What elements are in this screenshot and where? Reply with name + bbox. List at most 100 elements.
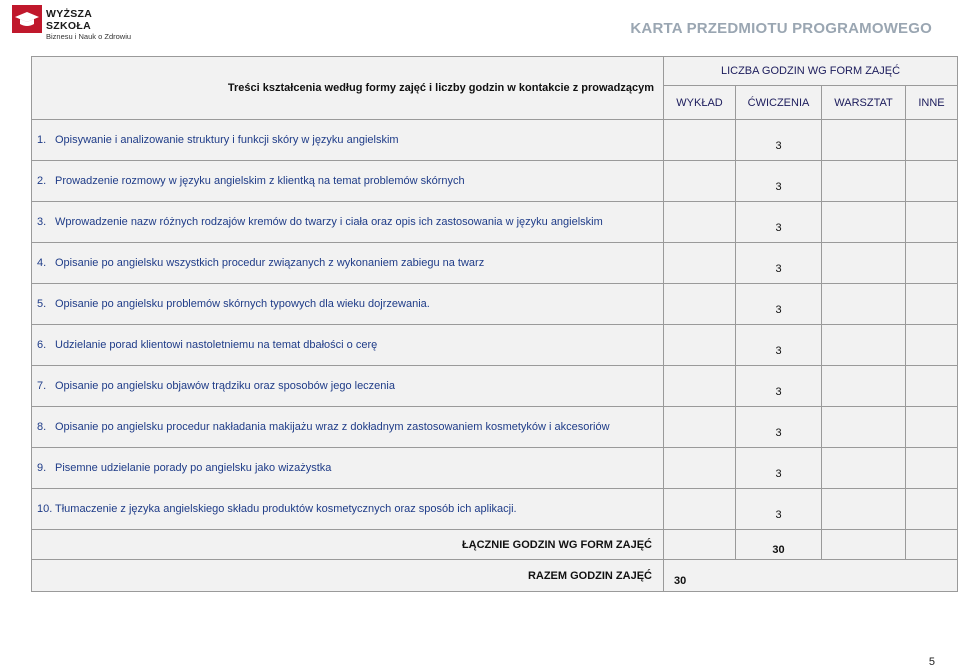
row-cell-cwiczenia: 3 (735, 406, 822, 448)
row-cell-cwiczenia: 3 (735, 283, 822, 325)
row-cell-inne (905, 283, 958, 325)
row-cell-inne (905, 201, 958, 243)
row-topic: 7. Opisanie po angielsku objawów trądziku… (31, 365, 664, 407)
row-number: 10. (37, 503, 53, 515)
table-row: 10. Tłumaczenie z języka angielskiego skł… (31, 488, 958, 530)
table-row: 5. Opisanie po angielsku problemów skórny… (31, 283, 958, 325)
row-cell-warsztat (821, 160, 906, 202)
row-number: 1. (37, 134, 47, 146)
row-topic: 5. Opisanie po angielsku problemów skórny… (31, 283, 664, 325)
row-cell-wyklad (663, 201, 736, 243)
row-cell-warsztat (821, 488, 906, 530)
row-cell-warsztat (821, 406, 906, 448)
row-cell-inne (905, 406, 958, 448)
document-header: KARTA PRZEDMIOTU PROGRAMOWEGO (630, 20, 932, 37)
table-row: 7. Opisanie po angielsku objawów trądziku… (31, 365, 958, 407)
row-cell-wyklad (663, 160, 736, 202)
row-cell-warsztat (821, 119, 906, 161)
row-topic: 8. Opisanie po angielsku procedur nakłada… (31, 406, 664, 448)
row-cell-wyklad (663, 283, 736, 325)
row-number: 3. (37, 216, 47, 228)
logo-name: WYŻSZA SZKOŁA (46, 8, 92, 32)
table-row: 6. Udzielanie porad klientowi nastoletnie… (31, 324, 958, 366)
table-row: 1. Opisywanie i analizowanie struktury i … (31, 119, 958, 161)
total-forms-cell-inne (905, 529, 958, 560)
row-text: Opisanie po angielsku procedur nakładani… (55, 421, 610, 433)
row-number: 8. (37, 421, 47, 433)
total-forms-cell-warsztat (821, 529, 906, 560)
row-cell-cwiczenia: 3 (735, 447, 822, 489)
row-text: Opisywanie i analizowanie struktury i fu… (55, 134, 399, 146)
total-forms-cell-wyklad (663, 529, 736, 560)
column-header-warsztat: WARSZTAT (821, 85, 906, 120)
row-cell-wyklad (663, 447, 736, 489)
row-cell-warsztat (821, 447, 906, 489)
row-number: 4. (37, 257, 47, 269)
column-header-inne: INNE (905, 85, 958, 120)
row-topic: 2. Prowadzenie rozmowy w języku angielski… (31, 160, 664, 202)
row-topic: 1. Opisywanie i analizowanie struktury i … (31, 119, 664, 161)
row-cell-warsztat (821, 365, 906, 407)
table-row: 4. Opisanie po angielsku wszystkich proce… (31, 242, 958, 284)
table-row: 8. Opisanie po angielsku procedur nakłada… (31, 406, 958, 448)
hours-header: LICZBA GODZIN WG FORM ZAJĘĆ (663, 56, 958, 86)
row-cell-wyklad (663, 119, 736, 161)
table-row: 2. Prowadzenie rozmowy w języku angielski… (31, 160, 958, 202)
row-cell-warsztat (821, 201, 906, 243)
row-cell-inne (905, 488, 958, 530)
row-cell-cwiczenia: 3 (735, 324, 822, 366)
row-number: 2. (37, 175, 47, 187)
row-text: Opisanie po angielsku wszystkich procedu… (55, 257, 485, 269)
table-row: 9. Pisemne udzielanie porady po angielsku… (31, 447, 958, 489)
graduation-cap-icon (12, 5, 42, 33)
row-topic: 10. Tłumaczenie z języka angielskiego skł… (31, 488, 664, 530)
row-number: 7. (37, 380, 47, 392)
row-cell-wyklad (663, 488, 736, 530)
row-topic: 9. Pisemne udzielanie porady po angielsku… (31, 447, 664, 489)
column-header-cwiczenia: ĆWICZENIA (735, 85, 822, 120)
row-number: 6. (37, 339, 47, 351)
row-text: Opisanie po angielsku objawów trądziku o… (55, 380, 395, 392)
total-forms-label: ŁĄCZNIE GODZIN WG FORM ZAJĘĆ (31, 529, 664, 560)
row-number: 9. (37, 462, 47, 474)
row-cell-cwiczenia: 3 (735, 201, 822, 243)
row-text: Prowadzenie rozmowy w języku angielskim … (55, 175, 465, 187)
row-cell-wyklad (663, 324, 736, 366)
row-cell-wyklad (663, 406, 736, 448)
row-cell-inne (905, 447, 958, 489)
row-text: Udzielanie porad klientowi nastoletniemu… (55, 339, 378, 351)
page-number: 5 (928, 656, 935, 668)
row-cell-warsztat (821, 324, 906, 366)
row-topic: 4. Opisanie po angielsku wszystkich proce… (31, 242, 664, 284)
total-forms-value: 30 (735, 529, 822, 560)
total-label: RAZEM GODZIN ZAJĘĆ (31, 559, 664, 592)
logo-subtitle: Biznesu i Nauk o Zdrowiu (46, 32, 132, 41)
row-cell-wyklad (663, 365, 736, 407)
table-title: Treści kształcenia według formy zajęć i … (31, 56, 664, 120)
course-content-table: Treści kształcenia według formy zajęć i … (31, 56, 958, 592)
row-text: Pisemne udzielanie porady po angielsku j… (55, 462, 332, 474)
university-logo: WYŻSZA SZKOŁA Biznesu i Nauk o Zdrowiu (12, 5, 136, 41)
row-text: Wprowadzenie nazw różnych rodzajów kremó… (55, 216, 603, 228)
total-value: 30 (663, 559, 958, 592)
column-header-wyklad: WYKŁAD (663, 85, 736, 120)
row-cell-inne (905, 119, 958, 161)
row-cell-cwiczenia: 3 (735, 242, 822, 284)
row-text: Opisanie po angielsku problemów skórnych… (55, 298, 430, 310)
row-cell-wyklad (663, 242, 736, 284)
row-cell-inne (905, 324, 958, 366)
row-text: Tłumaczenie z języka angielskiego składu… (55, 503, 517, 515)
row-cell-warsztat (821, 283, 906, 325)
row-cell-inne (905, 242, 958, 284)
row-cell-inne (905, 160, 958, 202)
row-cell-cwiczenia: 3 (735, 488, 822, 530)
row-cell-inne (905, 365, 958, 407)
row-topic: 3. Wprowadzenie nazw różnych rodzajów kre… (31, 201, 664, 243)
row-cell-warsztat (821, 242, 906, 284)
row-cell-cwiczenia: 3 (735, 160, 822, 202)
table-row: 3. Wprowadzenie nazw różnych rodzajów kre… (31, 201, 958, 243)
row-cell-cwiczenia: 3 (735, 365, 822, 407)
row-cell-cwiczenia: 3 (735, 119, 822, 161)
row-number: 5. (37, 298, 47, 310)
row-topic: 6. Udzielanie porad klientowi nastoletnie… (31, 324, 664, 366)
